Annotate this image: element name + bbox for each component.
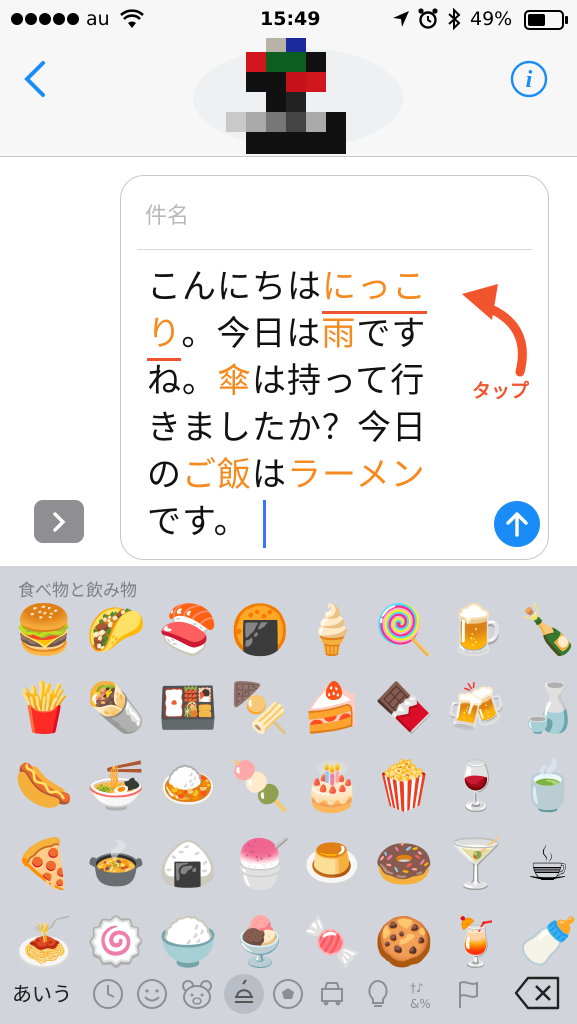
message-segment: にっこ (322, 267, 427, 314)
emoji-key[interactable]: 🌭 (14, 758, 74, 814)
emoji-key[interactable]: 🍛 (158, 758, 218, 814)
emoji-key[interactable]: 🎂 (302, 758, 362, 814)
contact-avatar[interactable] (188, 32, 408, 156)
emoji-key[interactable]: 🌮 (86, 602, 146, 658)
bear-icon[interactable] (177, 974, 217, 1014)
message-segment: の (147, 455, 182, 495)
emoji-keyboard: 食べ物と飲み物 🍔 🌮 🍣 🍘 🍦 🍭 🍺 🍾 🍟 🌯 🍱 🍢 🍰 🍫 🍻 🍶 🌭 🍜 🍛 🍡 🎂 🍿 🍷 🍵 🍕 🍲 🍙 🍧 🍮 🍩 🍸 ☕… (0, 566, 577, 1024)
arrow-up-icon (506, 512, 528, 537)
emoji-key[interactable]: 🍜 (86, 758, 146, 814)
battery-percent: 49% (470, 8, 513, 30)
food-icon[interactable] (224, 974, 264, 1014)
emoji-key[interactable]: 🍸 (446, 836, 506, 892)
emoji-key[interactable]: 🍚 (158, 914, 218, 970)
tap-annotation-label: タップ (472, 380, 530, 402)
clock-time: 15:49 (260, 8, 321, 30)
emoji-key[interactable]: 🍰 (302, 680, 362, 736)
emoji-key[interactable]: 🍟 (14, 680, 74, 736)
emoji-key[interactable]: 🍿 (374, 758, 434, 814)
emoji-key[interactable]: 🍲 (86, 836, 146, 892)
subject-field[interactable]: 件名 (145, 198, 189, 230)
emoji-key[interactable]: 🍫 (374, 680, 434, 736)
emoji-key[interactable]: 🍺 (446, 602, 506, 658)
message-segment: り (147, 314, 182, 361)
message-segment: は (252, 455, 287, 495)
svg-text:i: i (526, 67, 533, 93)
emoji-key[interactable]: 🍻 (446, 680, 506, 736)
navigation-bar: i (0, 32, 577, 157)
emoji-key[interactable]: 🍔 (14, 602, 74, 658)
message-segment: ね。 (147, 361, 217, 401)
svg-text:†♪: †♪ (410, 981, 424, 995)
message-segment: きましたか？今日 (147, 408, 427, 448)
emoji-key[interactable]: 🍾 (518, 602, 577, 658)
location-icon (393, 11, 409, 27)
emoji-key[interactable]: 🍥 (86, 914, 146, 970)
bulb-icon[interactable] (358, 974, 398, 1014)
car-icon[interactable] (312, 974, 352, 1014)
emoji-key[interactable]: 🍱 (158, 680, 218, 736)
emoji-key[interactable]: 🍼 (518, 914, 577, 970)
delete-key-icon[interactable] (514, 976, 562, 1010)
carrier-label: au (86, 8, 110, 30)
keyboard-category-bar: あいう †♪ &% (0, 964, 577, 1024)
bluetooth-icon (448, 8, 461, 30)
emoji-key[interactable]: 🍬 (302, 914, 362, 970)
emoji-key[interactable]: 🍝 (14, 914, 74, 970)
message-text[interactable]: こんにちはにっこり。今日は雨ですね。傘は持って行きましたか？今日 のご飯はラーメン… (147, 264, 447, 548)
signal-icon (11, 13, 79, 25)
emoji-key[interactable]: 🍩 (374, 836, 434, 892)
emoji-key[interactable]: 🍵 (518, 758, 577, 814)
emoji-key[interactable]: 🍙 (158, 836, 218, 892)
info-icon[interactable]: i (510, 60, 548, 98)
emoji-key[interactable]: 🍷 (446, 758, 506, 814)
tap-arrow-icon (462, 284, 527, 377)
alarm-icon (418, 8, 438, 29)
emoji-key[interactable]: 🍭 (374, 602, 434, 658)
message-segment: 。今日は (181, 314, 322, 354)
message-segment: 傘 (217, 361, 252, 401)
emoji-key[interactable]: 🌯 (86, 680, 146, 736)
battery-icon (524, 10, 568, 30)
emoji-key[interactable]: 🍮 (302, 836, 362, 892)
message-segment: は持って行 (252, 361, 426, 401)
message-segment: 雨 (321, 314, 357, 354)
emoji-key[interactable]: 🍨 (230, 914, 290, 970)
back-chevron-icon[interactable] (22, 60, 48, 98)
status-bar: au 15:49 49% (0, 0, 577, 38)
message-segment: こんにちは (147, 267, 322, 307)
emoji-key[interactable]: 🍧 (230, 836, 290, 892)
wifi-icon (120, 9, 144, 28)
emoji-key[interactable]: 🍶 (518, 680, 577, 736)
text-cursor (262, 499, 266, 548)
emoji-key[interactable]: 🍢 (230, 680, 290, 736)
message-segment: です (356, 314, 427, 354)
symbols-icon[interactable]: †♪ &% (404, 974, 444, 1014)
smiley-icon[interactable] (132, 974, 172, 1014)
svg-text:&%: &% (410, 997, 431, 1011)
ball-icon[interactable] (268, 974, 308, 1014)
emoji-key[interactable]: 🍦 (302, 602, 362, 658)
message-segment: ご飯 (182, 455, 252, 495)
message-segment: です。 (147, 502, 249, 542)
chevron-right-icon (53, 512, 66, 532)
subject-divider (137, 249, 532, 250)
emoji-category-title: 食べ物と飲み物 (18, 581, 137, 601)
language-switch-key[interactable]: あいう (12, 978, 72, 1007)
send-button[interactable] (494, 501, 540, 547)
flag-icon[interactable] (448, 974, 488, 1014)
emoji-key[interactable]: 🍕 (14, 836, 74, 892)
emoji-key[interactable]: 🍘 (230, 602, 290, 658)
clock-icon[interactable] (88, 974, 128, 1014)
emoji-key[interactable]: 🍹 (446, 914, 506, 970)
expand-apps-button[interactable] (34, 500, 84, 543)
emoji-key[interactable]: 🍣 (158, 602, 218, 658)
emoji-key[interactable]: 🍡 (230, 758, 290, 814)
emoji-key[interactable]: 🍪 (374, 914, 434, 970)
emoji-key[interactable]: ☕ (520, 836, 576, 892)
message-segment: ラーメン (287, 455, 426, 495)
